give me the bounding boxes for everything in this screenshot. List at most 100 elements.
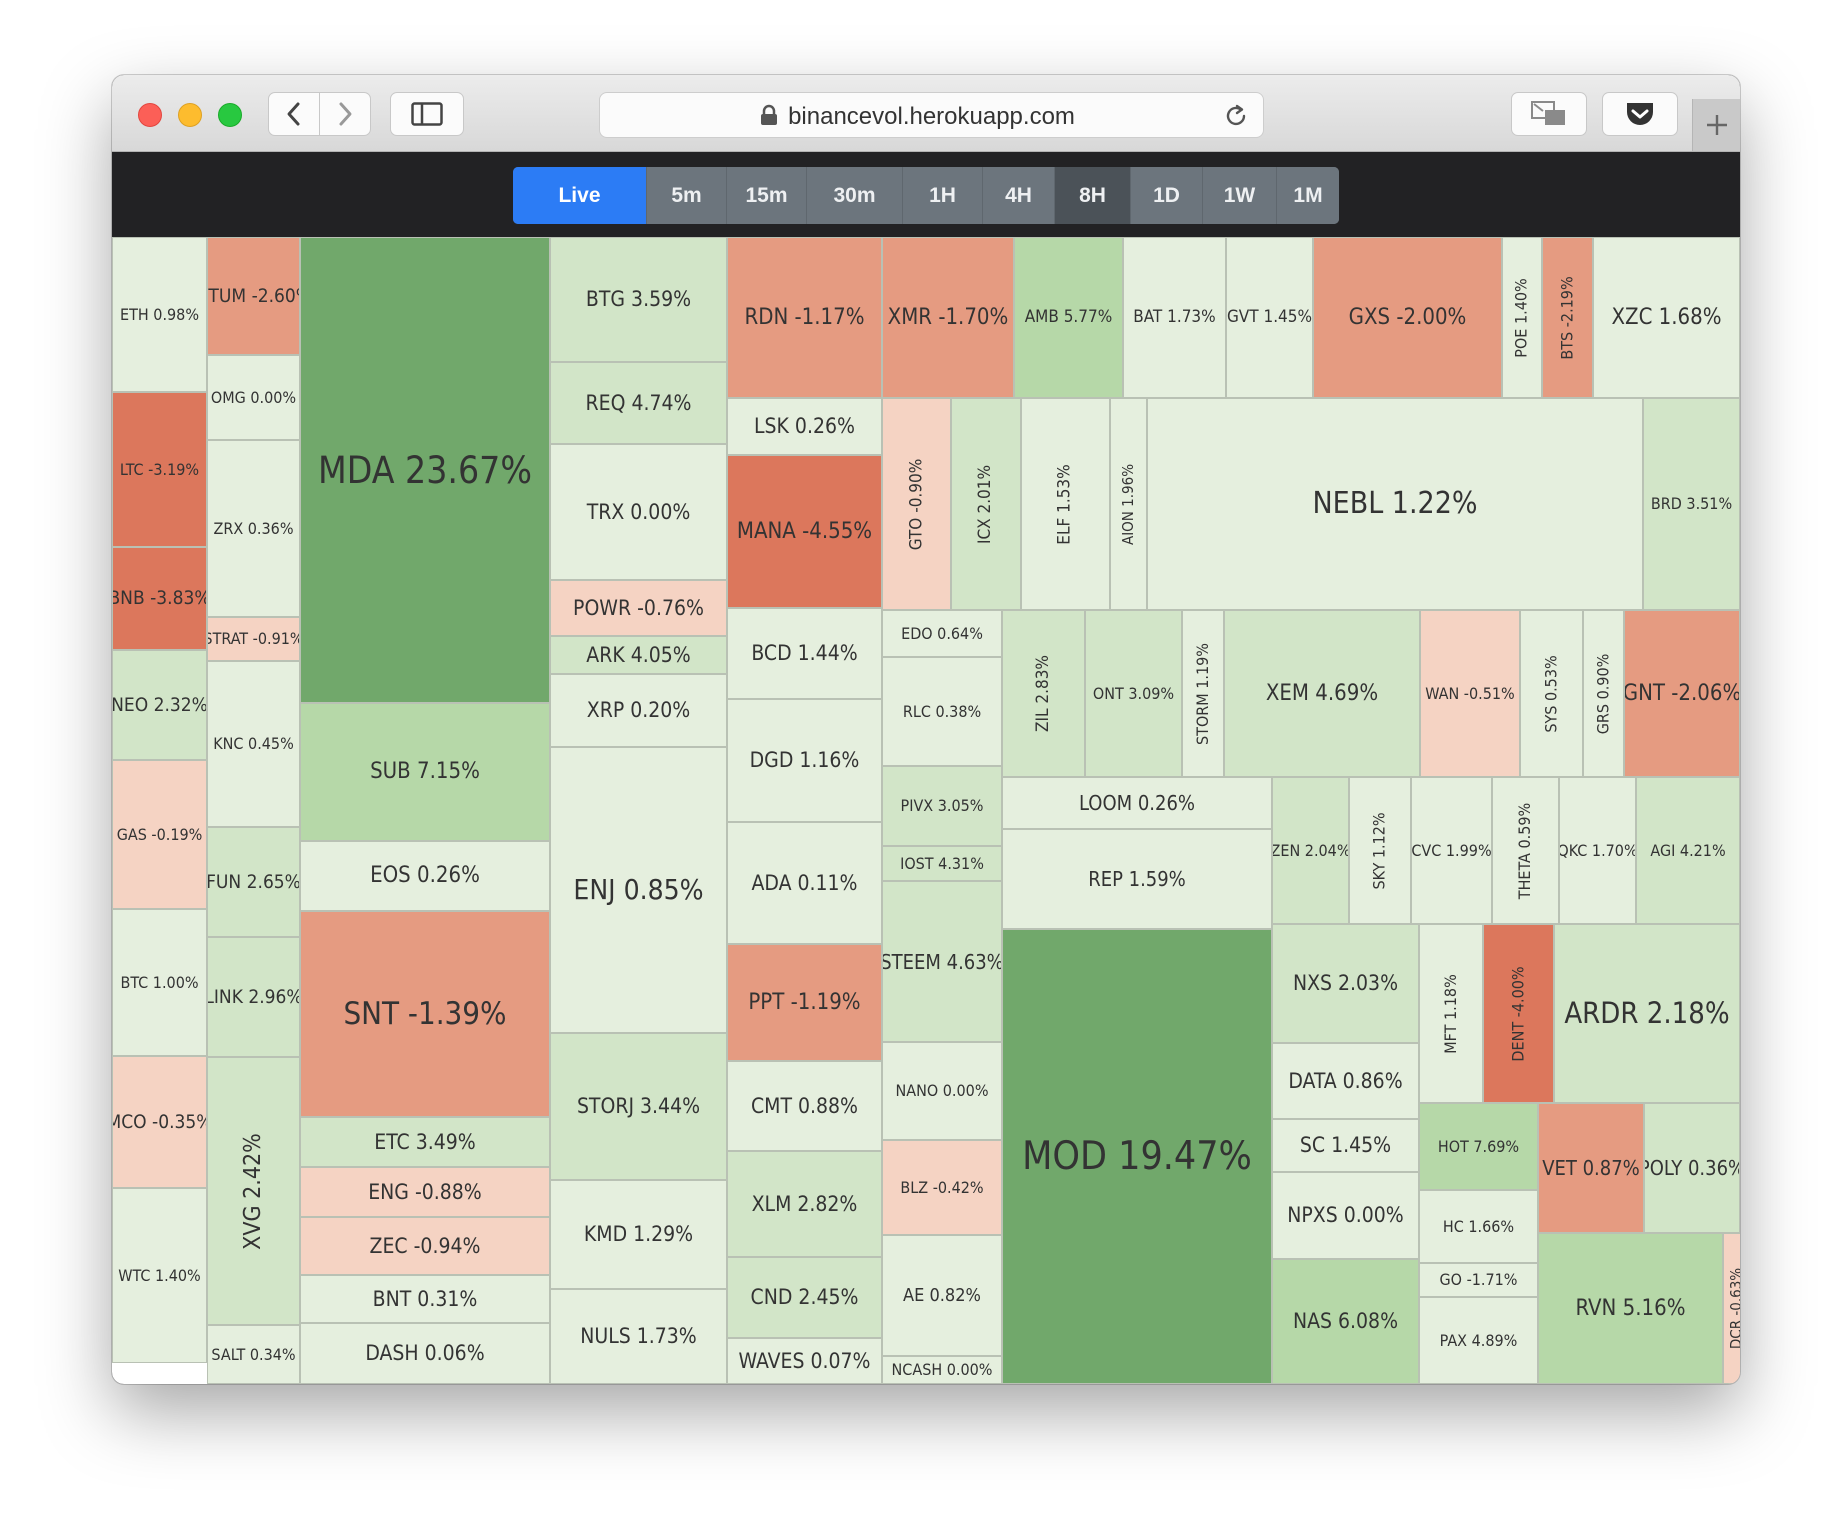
treemap-tile-knc[interactable]: KNC 0.45% (207, 661, 300, 827)
treemap-tile-req[interactable]: REQ 4.74% (550, 362, 727, 444)
treemap-tile-vet[interactable]: VET 0.87% (1538, 1103, 1644, 1233)
treemap-tile-fun[interactable]: FUN 2.65% (207, 827, 300, 937)
treemap-tile-wan[interactable]: WAN -0.51% (1420, 610, 1520, 777)
close-window-button[interactable] (138, 103, 162, 127)
treemap-tile-ae[interactable]: AE 0.82% (882, 1235, 1002, 1356)
pocket-button[interactable] (1602, 92, 1678, 136)
treemap-tile-sys[interactable]: SYS 0.53% (1520, 610, 1583, 777)
treemap-tile-xem[interactable]: XEM 4.69% (1224, 610, 1420, 777)
treemap-tile-pivx[interactable]: PIVX 3.05% (882, 766, 1002, 846)
period-button-5m[interactable]: 5m (647, 167, 727, 224)
treemap-tile-dgd[interactable]: DGD 1.16% (727, 699, 882, 822)
address-bar[interactable]: binancevol.herokuapp.com (599, 92, 1264, 138)
period-button-live[interactable]: Live (513, 167, 647, 224)
treemap-tile-sky[interactable]: SKY 1.12% (1349, 777, 1411, 924)
treemap-tile-wtc[interactable]: WTC 1.40% (112, 1188, 207, 1363)
treemap-tile-mana[interactable]: MANA -4.55% (727, 455, 882, 608)
treemap-tile-trx[interactable]: TRX 0.00% (550, 444, 727, 580)
treemap-tile-bnt[interactable]: BNT 0.31% (300, 1275, 550, 1323)
treemap-tile-elf[interactable]: ELF 1.53% (1021, 398, 1110, 610)
treemap-tile-gxs[interactable]: GXS -2.00% (1313, 237, 1502, 398)
treemap-tile-ark[interactable]: ARK 4.05% (550, 636, 727, 674)
treemap-tile-xrp[interactable]: XRP 0.20% (550, 674, 727, 747)
treemap-tile-iost[interactable]: IOST 4.31% (882, 846, 1002, 881)
treemap-tile-go[interactable]: GO -1.71% (1419, 1263, 1538, 1297)
sidebar-button[interactable] (390, 92, 464, 136)
treemap-tile-enj[interactable]: ENJ 0.85% (550, 747, 727, 1033)
treemap-tile-bts[interactable]: BTS -2.19% (1542, 237, 1593, 398)
treemap-tile-xlm[interactable]: XLM 2.82% (727, 1151, 882, 1257)
treemap-tile-rvn[interactable]: RVN 5.16% (1538, 1233, 1723, 1384)
treemap-tile-mco[interactable]: MCO -0.35% (112, 1056, 207, 1188)
treemap-tile-ltc[interactable]: LTC -3.19% (112, 392, 207, 547)
treemap-tile-npxs[interactable]: NPXS 0.00% (1272, 1172, 1419, 1259)
period-button-8h[interactable]: 8H (1055, 167, 1131, 224)
treemap-tile-edo[interactable]: EDO 0.64% (882, 610, 1002, 657)
period-button-1m[interactable]: 1M (1277, 167, 1339, 224)
minimize-window-button[interactable] (178, 103, 202, 127)
treemap-tile-dash[interactable]: DASH 0.06% (300, 1323, 550, 1384)
treemap-tile-hot[interactable]: HOT 7.69% (1419, 1103, 1538, 1190)
treemap-tile-storj[interactable]: STORJ 3.44% (550, 1033, 727, 1180)
treemap-tile-gnt[interactable]: GNT -2.06% (1624, 610, 1740, 777)
treemap-tile-poe[interactable]: POE 1.40% (1502, 237, 1542, 398)
treemap-tile-theta[interactable]: THETA 0.59% (1492, 777, 1559, 924)
treemap-tile-mft[interactable]: MFT 1.18% (1419, 924, 1483, 1103)
treemap-tile-ont[interactable]: ONT 3.09% (1085, 610, 1182, 777)
treemap-tile-ada[interactable]: ADA 0.11% (727, 822, 882, 944)
treemap-tile-agi[interactable]: AGI 4.21% (1636, 777, 1740, 924)
treemap-tile-nano[interactable]: NANO 0.00% (882, 1042, 1002, 1140)
maximize-window-button[interactable] (218, 103, 242, 127)
treemap-tile-eos[interactable]: EOS 0.26% (300, 841, 550, 911)
treemap-tile-kmd[interactable]: KMD 1.29% (550, 1180, 727, 1289)
treemap-tile-rep[interactable]: REP 1.59% (1002, 829, 1272, 929)
treemap-tile-xmr[interactable]: XMR -1.70% (882, 237, 1014, 398)
treemap-tile-eng[interactable]: ENG -0.88% (300, 1167, 550, 1217)
treemap-tile-nas[interactable]: NAS 6.08% (1272, 1259, 1419, 1384)
period-button-30m[interactable]: 30m (807, 167, 903, 224)
treemap-tile-nxs[interactable]: NXS 2.03% (1272, 924, 1419, 1043)
treemap-tile-loom[interactable]: LOOM 0.26% (1002, 777, 1272, 829)
treemap-tile-hc[interactable]: HC 1.66% (1419, 1190, 1538, 1263)
period-button-4h[interactable]: 4H (983, 167, 1055, 224)
treemap-tile-steem[interactable]: STEEM 4.63% (882, 881, 1002, 1042)
treemap-tile-brd[interactable]: BRD 3.51% (1643, 398, 1740, 610)
treemap-tile-gvt[interactable]: GVT 1.45% (1226, 237, 1313, 398)
treemap-tile-poly[interactable]: POLY 0.36% (1644, 1103, 1740, 1233)
share-screen-button[interactable] (1511, 92, 1587, 136)
treemap-tile-gto[interactable]: GTO -0.90% (882, 398, 951, 610)
treemap-tile-storm[interactable]: STORM 1.19% (1182, 610, 1224, 777)
treemap-tile-btg[interactable]: BTG 3.59% (550, 237, 727, 362)
treemap-tile-neo[interactable]: NEO 2.32% (112, 650, 207, 760)
period-button-1d[interactable]: 1D (1131, 167, 1203, 224)
treemap-tile-snt[interactable]: SNT -1.39% (300, 911, 550, 1117)
new-tab-button[interactable] (1692, 99, 1740, 151)
treemap-tile-ppt[interactable]: PPT -1.19% (727, 944, 882, 1061)
back-button[interactable] (268, 92, 320, 136)
treemap-tile-bnb[interactable]: BNB -3.83% (112, 547, 207, 650)
treemap-tile-mda[interactable]: MDA 23.67% (300, 237, 550, 703)
treemap-tile-ardr[interactable]: ARDR 2.18% (1554, 924, 1740, 1103)
treemap-tile-salt[interactable]: SALT 0.34% (207, 1325, 300, 1384)
treemap-tile-xzc[interactable]: XZC 1.68% (1593, 237, 1740, 398)
treemap-tile-powr[interactable]: POWR -0.76% (550, 580, 727, 636)
treemap-tile-qkc[interactable]: QKC 1.70% (1559, 777, 1636, 924)
treemap-tile-rdn[interactable]: RDN -1.17% (727, 237, 882, 398)
treemap-tile-qtum[interactable]: QTUM -2.60% (207, 237, 300, 355)
treemap-tile-zec[interactable]: ZEC -0.94% (300, 1217, 550, 1275)
treemap-tile-etc[interactable]: ETC 3.49% (300, 1117, 550, 1167)
treemap-tile-bat[interactable]: BAT 1.73% (1123, 237, 1226, 398)
treemap-tile-cmt[interactable]: CMT 0.88% (727, 1061, 882, 1151)
treemap-tile-link[interactable]: LINK 2.96% (207, 937, 300, 1057)
treemap-tile-dent[interactable]: DENT -4.00% (1483, 924, 1554, 1103)
treemap-tile-cnd[interactable]: CND 2.45% (727, 1257, 882, 1338)
treemap-tile-ncash[interactable]: NCASH 0.00% (882, 1356, 1002, 1384)
treemap-tile-pax[interactable]: PAX 4.89% (1419, 1297, 1538, 1384)
treemap-tile-icx[interactable]: ICX 2.01% (951, 398, 1021, 610)
treemap-tile-rlc[interactable]: RLC 0.38% (882, 657, 1002, 766)
treemap-tile-zil[interactable]: ZIL 2.83% (1002, 610, 1085, 777)
treemap-tile-nebl[interactable]: NEBL 1.22% (1147, 398, 1643, 610)
treemap-tile-sub[interactable]: SUB 7.15% (300, 703, 550, 841)
treemap-tile-aion[interactable]: AION 1.96% (1110, 398, 1147, 610)
treemap-tile-amb[interactable]: AMB 5.77% (1014, 237, 1123, 398)
